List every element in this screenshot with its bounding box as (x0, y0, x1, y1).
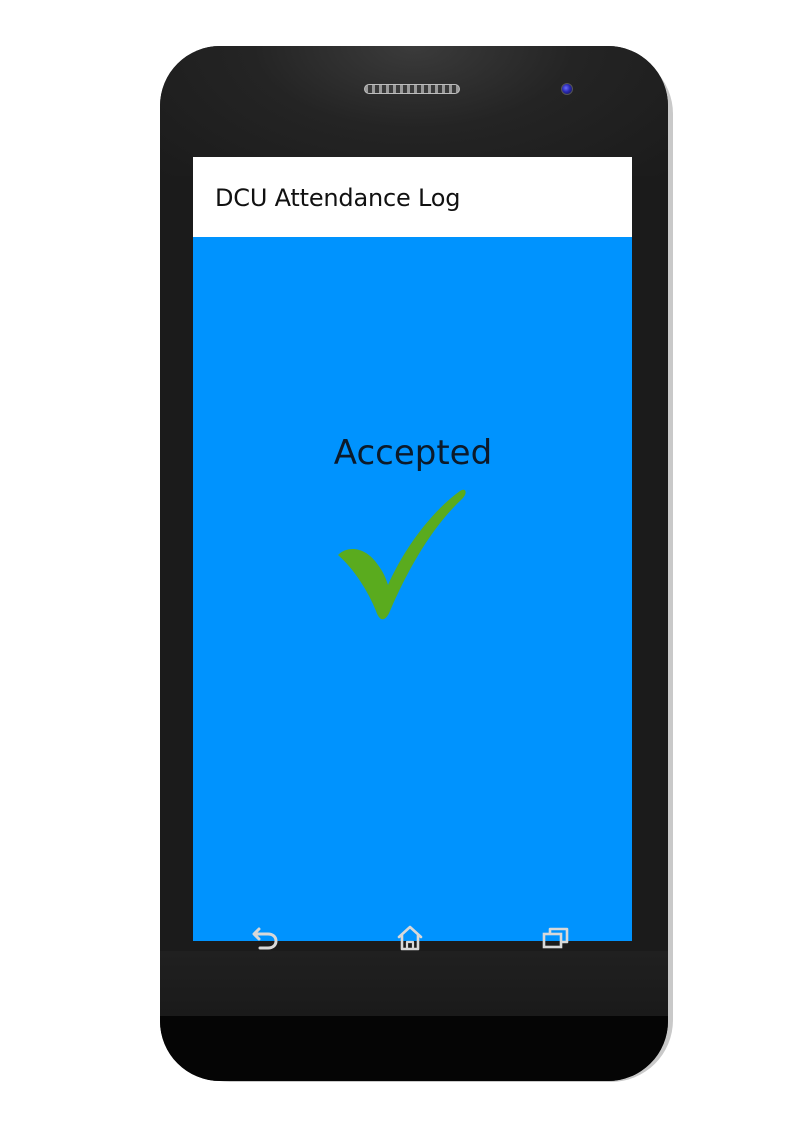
recents-button[interactable] (534, 918, 578, 958)
earpiece-speaker (364, 84, 460, 94)
app-screen: DCU Attendance Log Accepted (193, 157, 632, 941)
status-message: Accepted (333, 433, 493, 473)
home-icon (397, 925, 423, 951)
back-icon (252, 927, 278, 950)
back-button[interactable] (243, 918, 287, 958)
home-button[interactable] (388, 918, 432, 958)
front-camera-icon (561, 83, 573, 95)
checkmark-icon (338, 489, 466, 620)
phone-bottom-chin (160, 1016, 668, 1081)
app-title: DCU Attendance Log (215, 184, 461, 212)
recents-icon (542, 927, 569, 949)
navigation-bar (160, 951, 668, 1018)
checkmark-shape (338, 489, 466, 620)
app-header: DCU Attendance Log (193, 157, 632, 237)
stage: DCU Attendance Log Accepted (0, 0, 800, 1123)
